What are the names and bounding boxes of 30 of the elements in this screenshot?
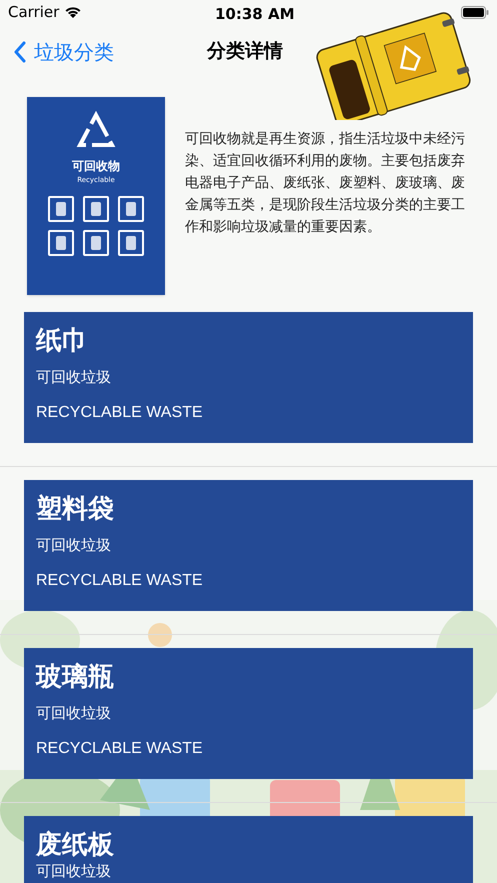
back-button[interactable]: 垃圾分类 xyxy=(14,37,114,67)
item-category-english: RECYCLABLE WASTE xyxy=(36,739,204,759)
item-category-english: RECYCLABLE WASTE xyxy=(36,571,204,591)
item-tile-icon xyxy=(118,230,144,256)
item-tile-icon xyxy=(118,196,144,222)
item-card[interactable]: 玻璃瓶 可回收垃圾 RECYCLABLE WASTE xyxy=(24,648,473,779)
sign-title: 可回收物 xyxy=(72,158,120,175)
item-category-english: RECYCLABLE WASTE xyxy=(36,403,204,423)
item-card[interactable]: 纸巾 可回收垃圾 RECYCLABLE WASTE xyxy=(24,312,473,443)
carrier-label: Carrier xyxy=(8,2,60,23)
item-category: 可回收垃圾 xyxy=(36,368,112,386)
item-tile-icon xyxy=(83,196,109,222)
item-card[interactable]: 废纸板 可回收垃圾 xyxy=(24,816,473,883)
clock-label: 10:38 AM xyxy=(215,4,295,25)
item-name: 塑料袋 xyxy=(36,494,115,524)
item-tile-icon xyxy=(48,230,74,256)
item-tile-icon xyxy=(83,230,109,256)
item-tile-icon xyxy=(48,196,74,222)
page-title: 分类详情 xyxy=(207,39,283,64)
item-category: 可回收垃圾 xyxy=(36,704,112,722)
item-card[interactable]: 塑料袋 可回收垃圾 RECYCLABLE WASTE xyxy=(24,480,473,611)
item-name: 纸巾 xyxy=(36,326,89,356)
item-category: 可回收垃圾 xyxy=(36,536,112,554)
battery-icon xyxy=(461,6,489,18)
item-name: 废纸板 xyxy=(36,830,115,860)
wifi-icon xyxy=(64,6,82,18)
item-category: 可回收垃圾 xyxy=(36,863,112,879)
item-name: 玻璃瓶 xyxy=(36,662,115,692)
description-text: 可回收物就是再生资源，指生活垃圾中未经污染、适宜回收循环利用的废物。主要包括废弃电器电子产品、废纸张、废塑料、废玻璃、废金属等五类，是现阶段生活垃圾分类的主要工作和影响垃圾减量的重要因素。 xyxy=(185,130,466,237)
back-chevron-icon xyxy=(14,41,26,63)
